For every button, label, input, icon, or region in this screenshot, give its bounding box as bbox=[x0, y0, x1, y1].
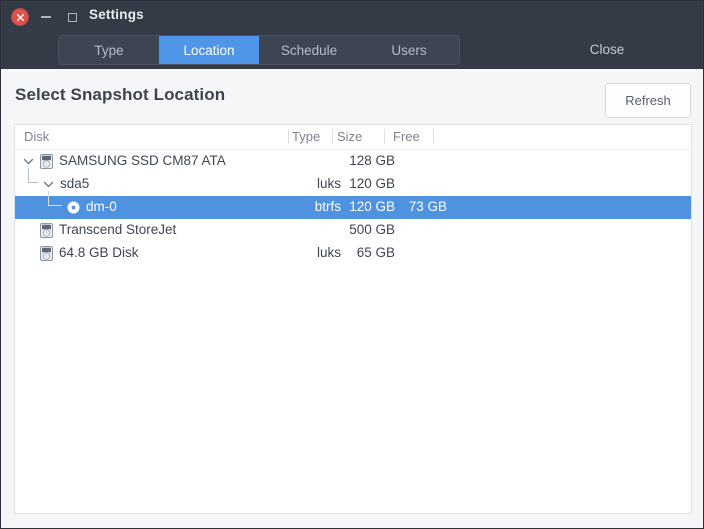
column-divider[interactable] bbox=[288, 129, 289, 144]
tab-bar: Type Location Schedule Users bbox=[58, 35, 460, 65]
hdd-icon bbox=[40, 154, 53, 169]
disk-type: luks bbox=[316, 245, 341, 260]
disk-size: 128 GB bbox=[349, 153, 395, 168]
disk-name: Transcend StoreJet bbox=[59, 222, 177, 237]
disk-size: 500 GB bbox=[349, 222, 395, 237]
column-header-type[interactable]: Type bbox=[292, 129, 320, 144]
chevron-down-icon[interactable] bbox=[43, 180, 54, 189]
hdd-icon bbox=[40, 246, 53, 261]
disk-free: 73 GB bbox=[408, 199, 447, 214]
chevron-down-icon[interactable] bbox=[23, 157, 34, 166]
close-icon[interactable] bbox=[11, 8, 29, 26]
tab-users[interactable]: Users bbox=[359, 36, 459, 64]
table-row[interactable]: Transcend StoreJet 500 GB bbox=[15, 219, 691, 242]
table-row[interactable]: dm-0 btrfs 120 GB 73 GB bbox=[15, 191, 691, 219]
disk-list-rows: SAMSUNG SSD CM87 ATA 128 GB sda5 luks 12… bbox=[15, 150, 691, 265]
disk-size: 120 GB bbox=[349, 199, 395, 214]
disk-name: sda5 bbox=[60, 176, 90, 191]
title-bar-row: Settings bbox=[1, 1, 703, 33]
minimize-icon[interactable] bbox=[37, 8, 55, 26]
tab-type[interactable]: Type bbox=[59, 36, 159, 64]
disk-type: luks bbox=[316, 176, 341, 191]
page-title: Select Snapshot Location bbox=[15, 85, 226, 104]
window-title: Settings bbox=[89, 7, 144, 22]
disk-name: 64.8 GB Disk bbox=[59, 245, 139, 260]
tab-schedule[interactable]: Schedule bbox=[259, 36, 359, 64]
column-header-disk[interactable]: Disk bbox=[24, 129, 49, 144]
disk-size: 120 GB bbox=[349, 176, 395, 191]
disk-name: dm-0 bbox=[86, 199, 117, 214]
table-row[interactable]: 64.8 GB Disk luks 65 GB bbox=[15, 242, 691, 265]
table-row[interactable]: SAMSUNG SSD CM87 ATA 128 GB bbox=[15, 150, 691, 173]
disk-type: btrfs bbox=[314, 199, 341, 214]
content-area: Select Snapshot Location Refresh Disk Ty… bbox=[1, 69, 703, 528]
title-bar: Settings Type Location Schedule Users Cl… bbox=[1, 1, 703, 69]
column-divider[interactable] bbox=[332, 129, 333, 144]
tab-location[interactable]: Location bbox=[159, 36, 259, 64]
column-divider[interactable] bbox=[433, 129, 434, 144]
column-header-free[interactable]: Free bbox=[393, 129, 420, 144]
disk-list-panel: Disk Type Size Free SAMSUNG SSD CM87 ATA… bbox=[14, 124, 692, 514]
settings-window: Settings Type Location Schedule Users Cl… bbox=[0, 0, 704, 529]
column-divider[interactable] bbox=[384, 129, 385, 144]
disc-icon bbox=[67, 201, 80, 214]
close-button[interactable]: Close bbox=[559, 35, 655, 63]
refresh-button[interactable]: Refresh bbox=[605, 83, 691, 118]
disk-name: SAMSUNG SSD CM87 ATA bbox=[59, 153, 226, 168]
table-row[interactable]: sda5 luks 120 GB bbox=[15, 168, 691, 196]
disk-size: 65 GB bbox=[356, 245, 395, 260]
tree-connector bbox=[28, 168, 38, 183]
disk-list-header: Disk Type Size Free bbox=[15, 125, 691, 150]
tree-connector bbox=[48, 191, 62, 206]
hdd-icon bbox=[40, 223, 53, 238]
column-header-size[interactable]: Size bbox=[337, 129, 362, 144]
maximize-icon[interactable] bbox=[63, 8, 81, 26]
